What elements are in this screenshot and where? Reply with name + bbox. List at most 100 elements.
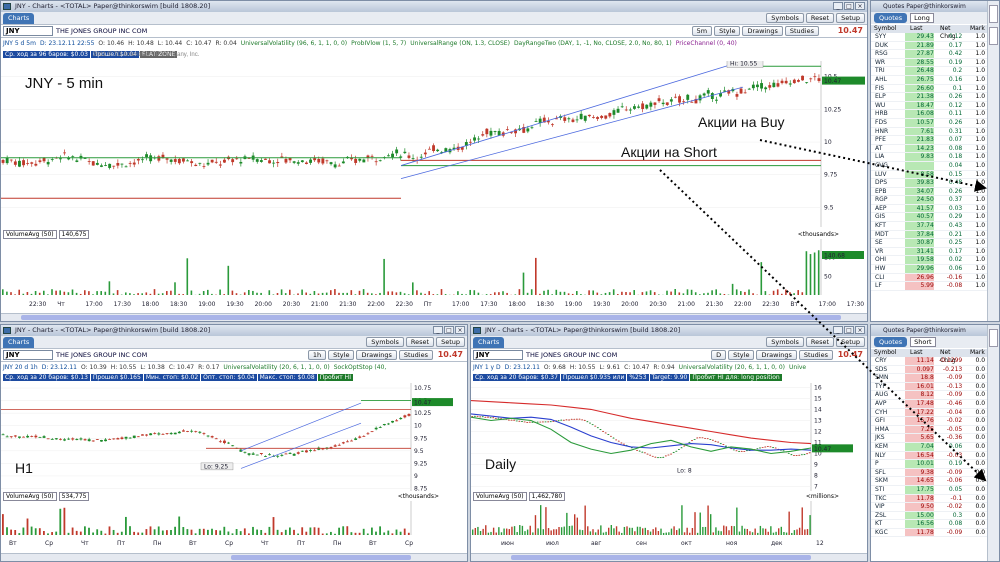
quote-row[interactable]: LIA 9.83 0.18 1.0 — [871, 153, 987, 162]
quote-row[interactable]: AT 14.23 0.08 1.0 — [871, 144, 987, 154]
style-button[interactable]: Style — [728, 350, 755, 360]
symbols-button[interactable]: Symbols — [366, 337, 404, 347]
minimize-icon[interactable]: _ — [833, 326, 843, 334]
rail-tab-icon[interactable] — [989, 27, 998, 45]
quote-row[interactable]: AEP 41.57 0.03 1.0 — [871, 204, 987, 214]
quote-row[interactable]: KT 16.56 0.08 0.0 — [871, 520, 987, 529]
quote-row[interactable]: AHL 26.75 0.16 1.0 — [871, 75, 987, 85]
timeframe-button[interactable]: 1h — [307, 350, 327, 360]
h1-window-titlebar[interactable]: JNY - Charts - <TOTAL> Paper@thinkorswim… — [1, 325, 467, 336]
quote-row[interactable]: WU 18.47 0.12 1.0 — [871, 101, 987, 111]
study-label[interactable]: JNY 5 d 5m — [3, 40, 36, 47]
study-label[interactable]: H: 10.48 — [128, 40, 154, 47]
column-header[interactable]: Net Chng — [937, 25, 967, 40]
setup-button[interactable]: Setup — [436, 337, 465, 347]
study-label[interactable]: ProbIVlow (1, 5, 7) — [351, 40, 406, 47]
quote-row[interactable]: SMN 18.8 -0.09 0.0 — [871, 374, 987, 383]
study-label[interactable]: C: 10.47 — [186, 40, 211, 47]
quote-row[interactable]: LUV 8.58 0.15 1.0 — [871, 170, 987, 180]
study-label[interactable]: Unive — [789, 364, 806, 371]
quote-row[interactable]: KEM 7.04 0.06 0.0 — [871, 442, 987, 452]
quote-row[interactable]: SDS 0.097 -0.213 0.0 — [871, 365, 987, 375]
quote-row[interactable]: VIP 9.50 -0.02 0.0 — [871, 503, 987, 512]
quote-row[interactable]: JKS 5.65 -0.36 0.0 — [871, 434, 987, 443]
symbols-button[interactable]: Symbols — [766, 13, 804, 23]
study-label[interactable]: L: 10.44 — [158, 40, 182, 47]
rail-tab-icon[interactable] — [989, 5, 998, 23]
study-label[interactable]: UniversalVolatility (96, 6, 1, 1, 0, 0) — [241, 40, 347, 47]
quote-row[interactable]: SFL 9.38 -0.09 0.0 — [871, 468, 987, 478]
quote-row[interactable]: GIS 40.57 0.29 1.0 — [871, 213, 987, 223]
style-button[interactable]: Style — [328, 350, 355, 360]
horizontal-scrollbar[interactable] — [471, 553, 867, 561]
charts-tab[interactable]: Charts — [3, 336, 35, 348]
quote-row[interactable]: ELP 21.38 0.26 1.0 — [871, 93, 987, 102]
price-chart[interactable]: 10.7510.510.25109.759.59.2598.7510.47Lo:… — [1, 383, 455, 491]
study-label[interactable]: H: 10.55 — [570, 364, 596, 371]
study-label[interactable]: L: 10.38 — [140, 364, 164, 371]
studies-button[interactable]: Studies — [798, 350, 833, 360]
study-label[interactable]: JNY 20 d 1h — [3, 364, 38, 371]
reset-button[interactable]: Reset — [405, 337, 435, 347]
quote-row[interactable]: RGP 24.50 0.37 1.0 — [871, 196, 987, 205]
study-label[interactable]: O: 9.68 — [544, 364, 566, 371]
reset-button[interactable]: Reset — [805, 337, 835, 347]
watchlist-select[interactable]: Long — [910, 13, 934, 23]
study-label[interactable]: H: 10.55 — [111, 364, 137, 371]
close-icon[interactable]: × — [855, 2, 865, 10]
minimize-icon[interactable]: _ — [433, 326, 443, 334]
quotes-tab[interactable]: Quotes — [874, 337, 908, 347]
timeframe-button[interactable]: D — [711, 350, 727, 360]
setup-button[interactable]: Setup — [836, 13, 865, 23]
symbol-input[interactable]: JNY — [473, 350, 523, 360]
studies-button[interactable]: Studies — [784, 26, 819, 36]
quote-row[interactable]: SYY 29.43 0.12 1.0 — [871, 33, 987, 42]
quote-row[interactable]: KFT 37.74 0.43 1.0 — [871, 222, 987, 231]
symbols-button[interactable]: Symbols — [766, 337, 804, 347]
study-label[interactable]: C: 10.47 — [169, 364, 194, 371]
quote-row[interactable]: HNR 7.61 0.31 1.0 — [871, 127, 987, 137]
quote-row[interactable]: AUG 8.12 -0.09 0.0 — [871, 391, 987, 400]
study-label[interactable]: O: 10.46 — [98, 40, 124, 47]
drawings-button[interactable]: Drawings — [356, 350, 397, 360]
horizontal-scrollbar[interactable] — [1, 553, 467, 561]
quote-row[interactable]: CRY 11.14 -0.1299 0.0 — [871, 357, 987, 366]
study-label[interactable]: SockOptStop (40, — [334, 364, 387, 371]
quote-row[interactable]: TKC 11.78 -0.1 0.0 — [871, 494, 987, 504]
quote-row[interactable]: VR 31.41 0.17 1.0 — [871, 247, 987, 257]
rail-tab-icon[interactable] — [989, 329, 998, 347]
study-label[interactable]: L: 9.61 — [599, 364, 620, 371]
quote-row[interactable]: CYH 17.22 -0.04 0.0 — [871, 408, 987, 418]
quote-row[interactable]: FDS 10.57 0.26 1.0 — [871, 118, 987, 128]
horizontal-scrollbar[interactable] — [1, 313, 867, 321]
quote-row[interactable]: TYP 16.01 -0.13 0.0 — [871, 382, 987, 392]
quote-row[interactable]: CVG 0.04 1.0 — [871, 161, 987, 171]
charts-tab[interactable]: Charts — [473, 336, 505, 348]
quote-row[interactable]: HMA 7.25 -0.05 0.0 — [871, 425, 987, 435]
drawings-button[interactable]: Drawings — [756, 350, 797, 360]
timeframe-button[interactable]: 5m — [691, 26, 713, 36]
drawings-button[interactable]: Drawings — [742, 26, 783, 36]
setup-button[interactable]: Setup — [836, 337, 865, 347]
quote-row[interactable]: TRI 26.48 0.2 1.0 — [871, 67, 987, 76]
watchlist-select[interactable]: Short — [910, 337, 936, 347]
study-label[interactable]: DayRangeTwo (DAY, 1, -1, No, CLOSE, 2.0,… — [514, 40, 672, 47]
price-chart[interactable]: 10.510.25109.759.510.47Hi: 10.55 — [1, 61, 867, 227]
maximize-icon[interactable]: □ — [844, 2, 854, 10]
quote-row[interactable]: DUK 21.89 0.17 1.0 — [871, 41, 987, 51]
quote-row[interactable]: SKM 14.65 -0.06 0.0 — [871, 477, 987, 486]
study-label[interactable]: R: 0.17 — [198, 364, 219, 371]
quote-row[interactable]: PFE 21.83 0.07 1.0 — [871, 136, 987, 145]
quote-row[interactable]: LF 5.99 -0.08 1.0 — [871, 282, 987, 291]
studies-button[interactable]: Studies — [398, 350, 433, 360]
quote-row[interactable]: MDT 37.84 0.21 1.0 — [871, 230, 987, 240]
study-label[interactable]: C: 10.47 — [624, 364, 649, 371]
study-label[interactable]: D: 23.12.11 — [505, 364, 540, 371]
main-window-titlebar[interactable]: JNY - Charts - <TOTAL> Paper@thinkorswim… — [1, 1, 867, 12]
study-label[interactable]: UniversalVolatility (20, 6, 1, 1, 0, 0) — [679, 364, 785, 371]
study-label[interactable]: O: 10.39 — [81, 364, 107, 371]
symbol-input[interactable]: JNY — [3, 350, 53, 360]
column-header[interactable]: Symbol — [871, 25, 907, 33]
quote-row[interactable]: DPS 39.83 0.48 1.0 — [871, 179, 987, 188]
style-button[interactable]: Style — [714, 26, 741, 36]
